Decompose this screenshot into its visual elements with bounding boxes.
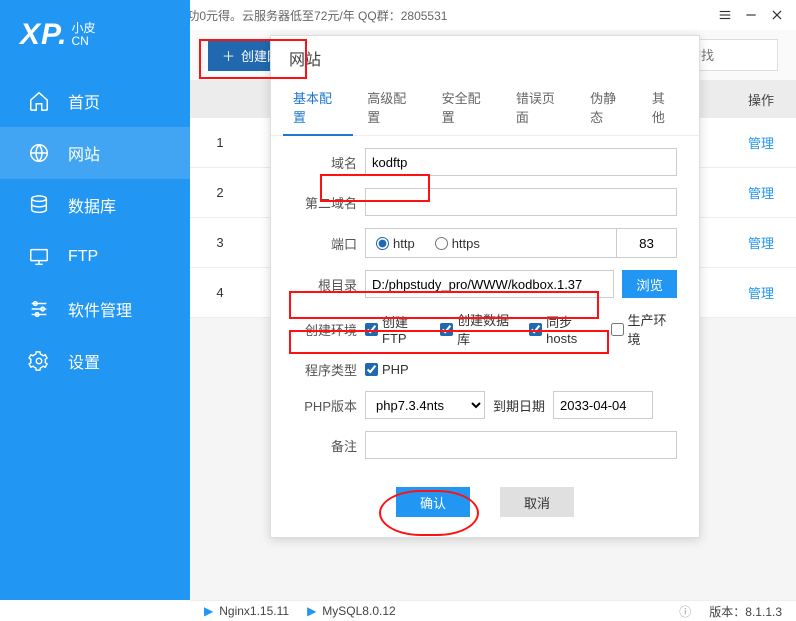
domain2-label: 第二域名	[293, 193, 357, 212]
sliders-icon	[28, 298, 50, 320]
sidebar-item-sliders[interactable]: 软件管理	[0, 283, 190, 335]
domain-input[interactable]	[365, 148, 677, 176]
play-icon: ▶	[307, 604, 316, 618]
domain2-input[interactable]	[365, 188, 677, 216]
prog-label: 程序类型	[293, 360, 357, 379]
https-radio[interactable]: https	[435, 236, 480, 251]
monitor-icon	[28, 246, 50, 268]
modal-title: 网站	[271, 36, 699, 80]
root-label: 根目录	[293, 275, 357, 294]
ftp-check[interactable]: 创建FTP	[365, 312, 430, 346]
root-input[interactable]	[365, 270, 614, 298]
tab-0[interactable]: 基本配置	[283, 80, 353, 136]
note-label: 备注	[293, 436, 357, 455]
sidebar-item-monitor[interactable]: FTP	[0, 231, 190, 283]
tab-4[interactable]: 伪静态	[580, 80, 638, 135]
note-input[interactable]	[365, 431, 677, 459]
ver-select[interactable]: php7.3.4nts	[365, 391, 485, 419]
ok-button[interactable]: 确认	[396, 487, 470, 517]
globe-icon	[28, 142, 50, 164]
tab-3[interactable]: 错误页面	[506, 80, 576, 135]
play-icon: ▶	[204, 604, 213, 618]
tab-5[interactable]: 其他	[642, 80, 687, 135]
db-check[interactable]: 创建数据库	[440, 310, 519, 348]
due-label: 到期日期	[493, 396, 545, 415]
sidebar: XP. 小皮CN 首页网站数据库FTP软件管理设置	[0, 0, 190, 600]
status-mysql: MySQL8.0.12	[322, 604, 395, 618]
ver-label: PHP版本	[293, 396, 357, 415]
env-label: 创建环境	[293, 320, 357, 339]
due-input[interactable]	[553, 391, 653, 419]
minimize-icon[interactable]	[742, 6, 760, 24]
logo: XP. 小皮CN	[0, 0, 190, 70]
info-icon: ⓘ	[679, 603, 691, 620]
hosts-check[interactable]: 同步hosts	[529, 312, 600, 346]
cancel-button[interactable]: 取消	[500, 487, 574, 517]
prod-check[interactable]: 生产环境	[611, 310, 678, 348]
home-icon	[28, 90, 50, 112]
manage-link[interactable]: 管理	[726, 183, 796, 202]
domain-label: 域名	[293, 153, 357, 172]
sidebar-item-home[interactable]: 首页	[0, 75, 190, 127]
manage-link[interactable]: 管理	[726, 233, 796, 252]
http-radio[interactable]: http	[376, 236, 415, 251]
browse-button[interactable]: 浏览	[622, 270, 677, 298]
site-modal: 网站 基本配置高级配置安全配置错误页面伪静态其他 域名 第二域名 端口 http…	[270, 35, 700, 538]
port-input[interactable]	[616, 229, 676, 257]
db-icon	[28, 194, 50, 216]
plus-icon: ＋	[222, 46, 235, 65]
status-nginx: Nginx1.15.11	[219, 604, 289, 618]
manage-link[interactable]: 管理	[726, 283, 796, 302]
menu-icon[interactable]	[716, 6, 734, 24]
gear-icon	[28, 350, 50, 372]
sidebar-item-db[interactable]: 数据库	[0, 179, 190, 231]
php-check[interactable]: PHP	[365, 362, 409, 377]
sidebar-item-gear[interactable]: 设置	[0, 335, 190, 387]
port-label: 端口	[293, 234, 357, 253]
tab-2[interactable]: 安全配置	[432, 80, 502, 135]
tab-1[interactable]: 高级配置	[357, 80, 427, 135]
sidebar-item-globe[interactable]: 网站	[0, 127, 190, 179]
manage-link[interactable]: 管理	[726, 133, 796, 152]
close-icon[interactable]	[768, 6, 786, 24]
